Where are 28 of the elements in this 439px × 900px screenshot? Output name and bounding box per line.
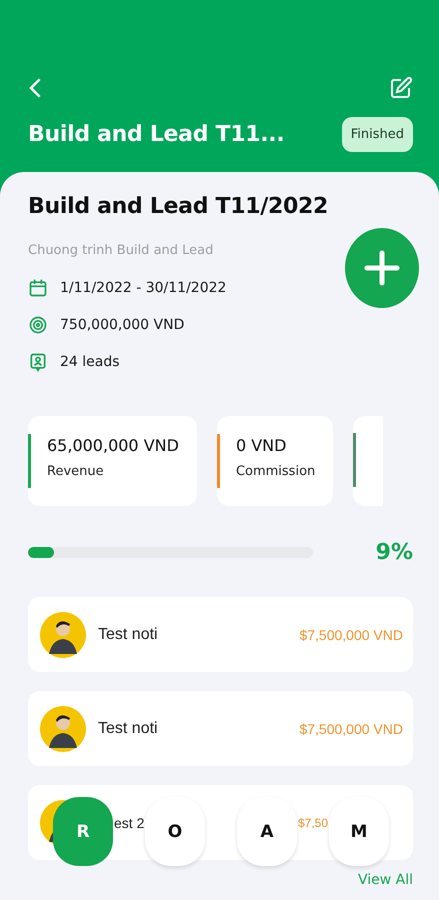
info-text: 24 leads	[60, 354, 120, 370]
stat-label: Revenue	[47, 464, 105, 479]
lead-row[interactable]: Test noti $7,500,000 VND	[28, 691, 413, 766]
plus-icon	[363, 249, 401, 287]
back-button[interactable]	[28, 77, 42, 99]
info-text: 750,000,000 VND	[60, 317, 184, 333]
lead-row[interactable]: Test noti $7,500,000 VND	[28, 597, 413, 672]
stat-value: 0 VND	[236, 436, 288, 455]
lead-name: Test noti	[98, 626, 159, 644]
stat-value: 65,000,000 VND	[47, 436, 179, 455]
campaign-subtitle: Chuong trinh Build and Lead	[28, 243, 214, 258]
status-badge: Finished	[342, 117, 413, 152]
stat-label: Commission	[236, 464, 316, 479]
header-title: Build and Lead T11...	[28, 122, 284, 147]
info-text: 1/11/2022 - 30/11/2022	[60, 280, 226, 296]
edit-button[interactable]	[389, 76, 413, 100]
avatar-icon	[40, 612, 86, 658]
campaign-title: Build and Lead T11/2022	[28, 194, 330, 219]
lead-amount: $7,50	[298, 816, 328, 830]
lead-name: est 2	[114, 814, 146, 830]
avatar-icon	[40, 706, 86, 752]
contact-icon	[28, 352, 48, 372]
lead-amount: $7,500,000 VND	[299, 720, 403, 736]
lead-name: Test noti	[98, 720, 159, 738]
target-icon	[28, 315, 48, 335]
progress-percent: 9%	[376, 540, 413, 565]
calendar-icon	[28, 278, 48, 298]
lead-amount: $7,500,000 VND	[299, 626, 403, 642]
